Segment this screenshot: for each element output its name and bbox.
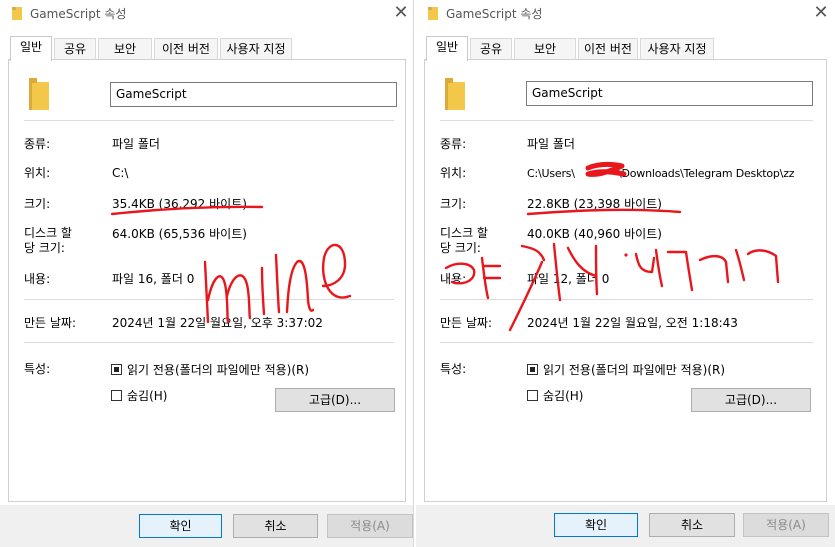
- location-label: 위치:: [440, 166, 467, 180]
- title-bar: GameScript 속성 ✕: [0, 0, 413, 28]
- disk-size-label-line1: 디스크 할: [440, 226, 488, 240]
- disk-size-label-line2: 당 크기:: [440, 241, 481, 255]
- folder-icon: [29, 78, 49, 110]
- tab-sharing[interactable]: 공유: [54, 38, 96, 60]
- general-panel: GameScript 종류: 파일 폴더 위치: C:\ 크기: 35.4KB …: [8, 59, 406, 502]
- tab-previous-versions[interactable]: 이전 버전: [578, 38, 638, 60]
- readonly-checkbox[interactable]: [111, 364, 122, 375]
- apply-button: 적용(A): [327, 514, 413, 538]
- tab-previous-versions[interactable]: 이전 버전: [154, 38, 218, 60]
- folder-name-input[interactable]: GameScript: [110, 82, 397, 107]
- button-bar: 확인 취소 적용(A): [416, 505, 835, 547]
- location-value-end: \Downloads\Telegram Desktop\zz: [618, 167, 795, 180]
- general-panel: GameScript 종류: 파일 폴더 위치: C:\Users\ \Down…: [424, 59, 827, 502]
- readonly-label: 읽기 전용(폴더의 파일에만 적용)(R): [127, 363, 310, 377]
- ok-button[interactable]: 확인: [554, 513, 638, 537]
- type-label: 종류:: [440, 137, 467, 151]
- type-value: 파일 폴더: [527, 137, 575, 151]
- contents-label: 내용:: [440, 272, 467, 286]
- hidden-label: 숨김(H): [543, 389, 584, 403]
- location-value-start: C:\Users\: [527, 167, 575, 180]
- location-value: C:\: [112, 166, 129, 180]
- cancel-button[interactable]: 취소: [233, 514, 318, 538]
- type-label: 종류:: [24, 137, 51, 151]
- size-value: 22.8KB (23,398 바이트): [527, 197, 662, 211]
- tab-general[interactable]: 일반: [10, 36, 52, 61]
- divider: [440, 342, 813, 343]
- size-label: 크기:: [440, 197, 467, 211]
- type-value: 파일 폴더: [112, 137, 160, 151]
- tab-general[interactable]: 일반: [426, 36, 468, 61]
- title-bar: GameScript 속성 ✕: [416, 0, 835, 28]
- folder-name-input[interactable]: GameScript: [526, 81, 813, 106]
- readonly-label: 읽기 전용(폴더의 파일에만 적용)(R): [543, 363, 726, 377]
- size-value: 35.4KB (36,292 바이트): [112, 197, 247, 211]
- disk-size-value: 64.0KB (65,536 바이트): [112, 227, 247, 241]
- button-bar: 확인 취소 적용(A): [0, 505, 413, 547]
- contents-label: 내용:: [24, 272, 51, 286]
- divider: [24, 120, 394, 121]
- tab-customize[interactable]: 사용자 지정: [220, 38, 292, 60]
- size-label: 크기:: [24, 197, 51, 211]
- disk-size-value: 40.0KB (40,960 바이트): [527, 227, 662, 241]
- folder-icon: [445, 78, 465, 110]
- contents-value: 파일 16, 폴더 0: [112, 272, 195, 286]
- window-title: GameScript 속성: [446, 7, 543, 21]
- apply-button: 적용(A): [743, 513, 829, 537]
- attributes-label: 특성:: [24, 362, 51, 376]
- folder-icon: [428, 7, 438, 20]
- folder-icon: [12, 7, 22, 20]
- close-icon[interactable]: ✕: [813, 3, 829, 23]
- hidden-label: 숨김(H): [127, 389, 168, 403]
- contents-value: 파일 12, 폴더 0: [527, 272, 610, 286]
- advanced-button[interactable]: 고급(D)...: [691, 388, 811, 412]
- divider: [24, 299, 394, 300]
- close-icon[interactable]: ✕: [393, 3, 409, 23]
- divider: [24, 342, 394, 343]
- hidden-checkbox[interactable]: [111, 390, 122, 401]
- divider: [440, 299, 813, 300]
- tab-sharing[interactable]: 공유: [470, 38, 512, 60]
- properties-window-right: GameScript 속성 ✕ 일반 공유 보안 이전 버전 사용자 지정 Ga…: [416, 0, 835, 547]
- advanced-button[interactable]: 고급(D)...: [275, 388, 395, 412]
- divider: [440, 120, 813, 121]
- ok-button[interactable]: 확인: [139, 514, 222, 538]
- window-title: GameScript 속성: [30, 7, 127, 21]
- hidden-checkbox[interactable]: [527, 390, 538, 401]
- tab-customize[interactable]: 사용자 지정: [640, 38, 714, 60]
- created-label: 만든 날짜:: [24, 316, 77, 330]
- cancel-button[interactable]: 취소: [649, 513, 735, 537]
- tab-security[interactable]: 보안: [98, 38, 152, 60]
- created-label: 만든 날짜:: [440, 316, 493, 330]
- attributes-label: 특성:: [440, 362, 467, 376]
- created-value: 2024년 1월 22일 월요일, 오전 1:18:43: [527, 316, 738, 330]
- readonly-checkbox[interactable]: [527, 364, 538, 375]
- properties-window-left: GameScript 속성 ✕ 일반 공유 보안 이전 버전 사용자 지정 Ga…: [0, 0, 414, 547]
- tab-security[interactable]: 보안: [514, 38, 576, 60]
- created-value: 2024년 1월 22일 월요일, 오후 3:37:02: [112, 316, 323, 330]
- disk-size-label-line2: 당 크기:: [24, 241, 65, 255]
- location-label: 위치:: [24, 166, 51, 180]
- disk-size-label-line1: 디스크 할: [24, 226, 72, 240]
